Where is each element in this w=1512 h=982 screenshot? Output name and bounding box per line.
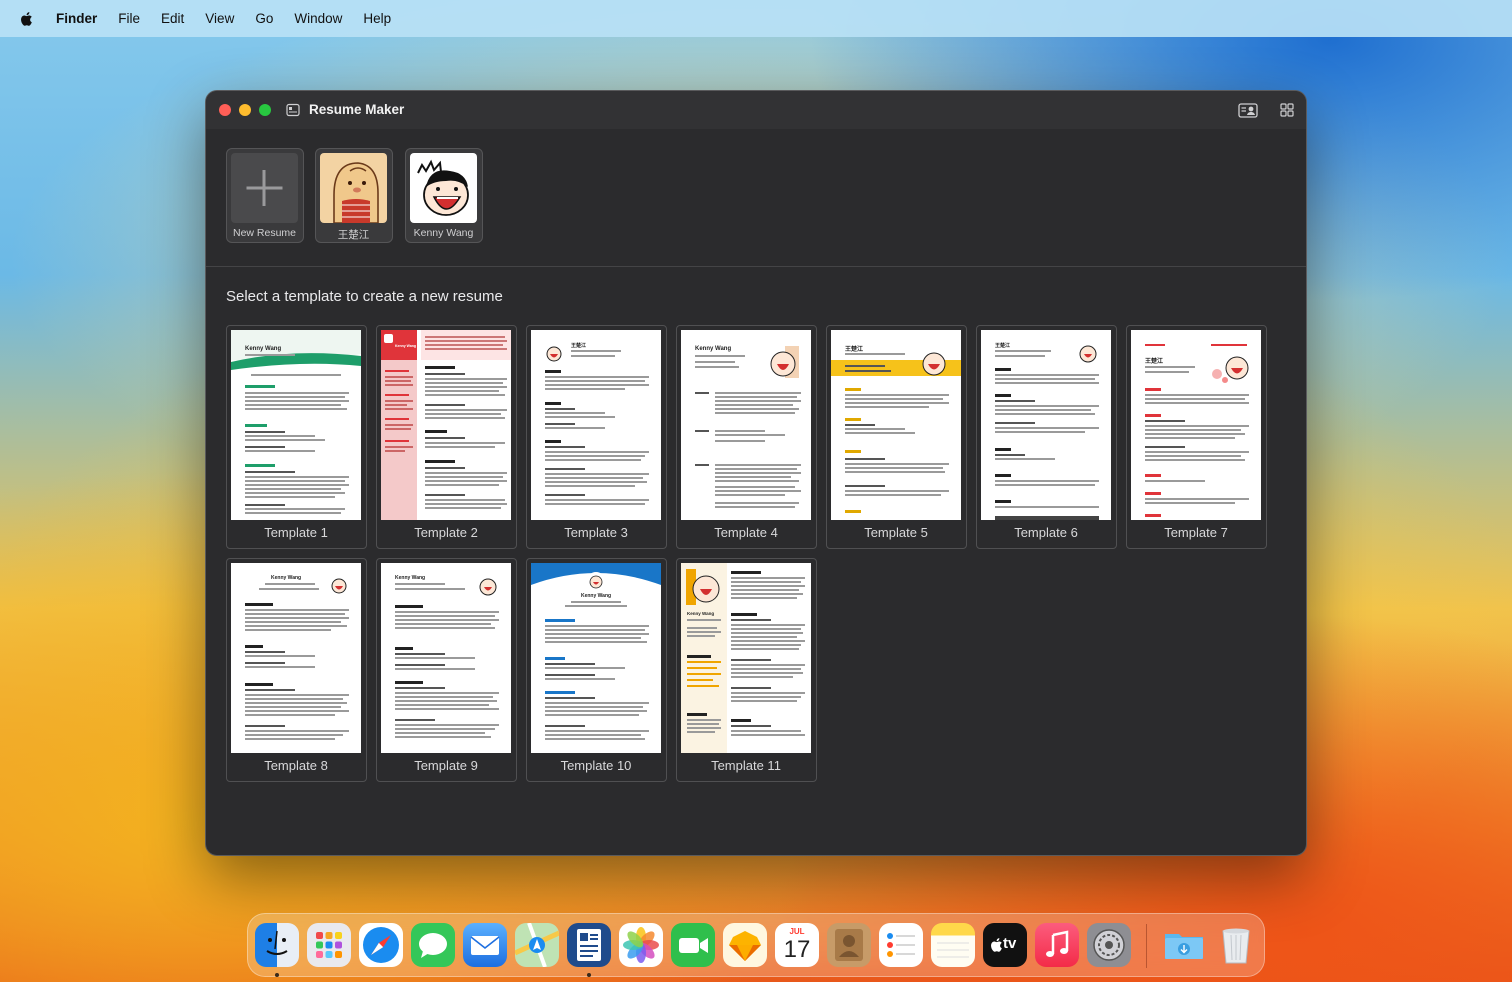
- running-indicator: [275, 973, 279, 977]
- template-card-3[interactable]: 王楚江 Template 3: [526, 325, 667, 549]
- section-title: Select a template to create a new resume: [226, 288, 503, 305]
- resume-item-wang-chujiang[interactable]: 王楚江: [315, 148, 393, 243]
- contact-card-icon[interactable]: [1238, 101, 1258, 119]
- template-label: Template 3: [564, 525, 628, 540]
- template-resume-name: Kenny Wang: [687, 611, 715, 616]
- template-resume-name: 王楚江: [845, 347, 864, 353]
- template-preview: 王楚江: [831, 330, 961, 520]
- document-icon: [286, 103, 300, 117]
- trash-icon[interactable]: [1214, 923, 1258, 967]
- template-resume-name: Kenny Wang: [395, 575, 426, 581]
- title-bar: Resume Maker: [206, 91, 1306, 129]
- template-label: Template 7: [1164, 525, 1228, 540]
- template-card-7[interactable]: 王楚江 Template 7: [1126, 325, 1267, 549]
- template-preview: Kenny Wang: [381, 563, 511, 753]
- template-resume-name: 王楚江: [995, 343, 1011, 349]
- menu-go[interactable]: Go: [255, 11, 273, 26]
- template-card-1[interactable]: Kenny Wang Template 1: [226, 325, 367, 549]
- maps-icon[interactable]: [513, 922, 561, 968]
- calendar-month: JUL: [789, 927, 805, 936]
- template-label: Template 11: [711, 758, 781, 773]
- close-button[interactable]: [219, 104, 231, 116]
- menu-file[interactable]: File: [118, 11, 140, 26]
- template-card-11[interactable]: Kenny Wang Template 11: [676, 558, 817, 782]
- new-resume-button[interactable]: New Resume: [226, 148, 304, 243]
- notes-icon[interactable]: [931, 923, 975, 967]
- calendar-icon[interactable]: JUL 17: [775, 923, 819, 967]
- template-label: Template 10: [560, 758, 632, 773]
- template-resume-name: Kenny Wang: [271, 575, 302, 581]
- template-preview: Kenny Wang: [681, 330, 811, 520]
- template-label: Template 6: [1014, 525, 1078, 540]
- menu-bar: Finder File Edit View Go Window Help: [0, 0, 1512, 37]
- launchpad-icon[interactable]: [307, 923, 351, 967]
- menu-view[interactable]: View: [205, 11, 234, 26]
- template-resume-name: Kenny Wang: [245, 346, 282, 352]
- resume-label: 王楚江: [337, 229, 370, 241]
- apple-tv-icon[interactable]: tv: [983, 923, 1027, 967]
- music-icon[interactable]: [1035, 923, 1079, 967]
- template-resume-name: Kenny Wang: [695, 346, 732, 352]
- sketch-icon[interactable]: [723, 923, 767, 967]
- resume-label: Kenny Wang: [413, 227, 474, 239]
- template-label: Template 4: [714, 525, 778, 540]
- mail-icon[interactable]: [463, 923, 507, 967]
- template-resume-name: Kenny Wang: [395, 344, 417, 348]
- template-card-10[interactable]: Kenny Wang Template 10: [526, 558, 667, 782]
- fullscreen-button[interactable]: [259, 104, 271, 116]
- grid-view-icon[interactable]: [1277, 101, 1297, 119]
- window-title: Resume Maker: [309, 102, 405, 117]
- avatar: [320, 153, 387, 223]
- contacts-icon[interactable]: [827, 923, 871, 967]
- facetime-icon[interactable]: [671, 923, 715, 967]
- template-preview: Kenny Wang: [381, 330, 511, 520]
- running-indicator: [587, 973, 591, 977]
- template-card-6[interactable]: 王楚江 Template 6: [976, 325, 1117, 549]
- menu-edit[interactable]: Edit: [161, 11, 184, 26]
- template-label: Template 2: [414, 525, 478, 540]
- dock: JUL 17 tv: [247, 913, 1265, 977]
- tv-label: tv: [1003, 935, 1017, 952]
- menu-help[interactable]: Help: [363, 11, 391, 26]
- safari-icon[interactable]: [359, 923, 403, 967]
- template-preview: Kenny Wang: [531, 563, 661, 753]
- template-label: Template 1: [264, 525, 328, 540]
- finder-icon[interactable]: [255, 923, 299, 967]
- resume-item-kenny-wang[interactable]: Kenny Wang: [405, 148, 483, 243]
- template-card-5[interactable]: 王楚江 Template 5: [826, 325, 967, 549]
- template-card-2[interactable]: Kenny Wang Template 2: [376, 325, 517, 549]
- template-card-4[interactable]: Kenny Wang Template 4: [676, 325, 817, 549]
- menu-window[interactable]: Window: [294, 11, 342, 26]
- template-card-9[interactable]: Kenny Wang Template 9: [376, 558, 517, 782]
- template-preview: 王楚江: [981, 330, 1111, 520]
- template-label: Template 5: [864, 525, 928, 540]
- reminders-icon[interactable]: [879, 923, 923, 967]
- menu-app-finder[interactable]: Finder: [56, 11, 97, 26]
- template-resume-name: 王楚江: [571, 343, 587, 349]
- template-card-8[interactable]: Kenny Wang Template 8: [226, 558, 367, 782]
- resume-label: New Resume: [232, 227, 297, 239]
- photos-icon[interactable]: [619, 923, 663, 967]
- apple-logo-icon[interactable]: [18, 10, 36, 28]
- template-resume-name: 王楚江: [1145, 359, 1164, 365]
- template-resume-name: Kenny Wang: [580, 593, 612, 599]
- template-preview: 王楚江: [531, 330, 661, 520]
- plus-icon: [231, 153, 298, 223]
- template-preview: Kenny Wang: [231, 330, 361, 520]
- template-preview: Kenny Wang: [231, 563, 361, 753]
- dock-separator: [1146, 924, 1147, 968]
- template-label: Template 9: [414, 758, 478, 773]
- system-settings-icon[interactable]: [1087, 923, 1131, 967]
- calendar-day: 17: [783, 936, 811, 963]
- template-preview: 王楚江: [1131, 330, 1261, 520]
- downloads-folder-icon[interactable]: [1162, 923, 1206, 967]
- avatar: [410, 153, 477, 223]
- resume-maker-window: Resume Maker New Resume 王楚江 Kenny Wang S…: [206, 91, 1306, 855]
- template-preview: Kenny Wang: [681, 563, 811, 753]
- template-label: Template 8: [264, 758, 328, 773]
- resume-strip: New Resume 王楚江 Kenny Wang: [206, 129, 1306, 267]
- resume-maker-icon[interactable]: [567, 923, 611, 967]
- minimize-button[interactable]: [239, 104, 251, 116]
- messages-icon[interactable]: [411, 923, 455, 967]
